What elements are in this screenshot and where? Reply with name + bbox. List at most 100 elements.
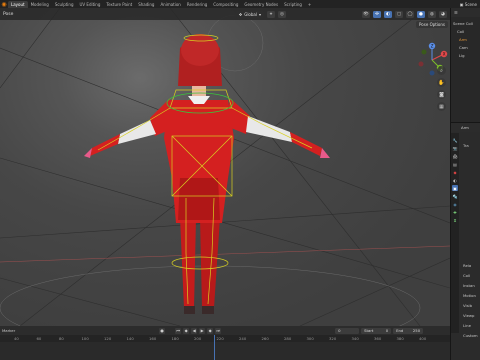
- wireframe-shading-icon[interactable]: ◯: [406, 10, 414, 18]
- jump-end-icon[interactable]: ⏭: [215, 327, 222, 334]
- outliner-filter-icon[interactable]: ☰: [454, 10, 458, 15]
- rendered-shading-icon[interactable]: ◕: [439, 10, 447, 18]
- scene-label: Scene: [464, 1, 477, 7]
- chevron-down-icon: ▾: [258, 11, 261, 17]
- marker-menu[interactable]: Marker: [2, 328, 15, 333]
- gizmo-toggle-icon[interactable]: ✣: [373, 10, 381, 18]
- solid-shading-icon[interactable]: ●: [417, 10, 425, 18]
- zoom-icon[interactable]: ⌕: [437, 66, 446, 75]
- start-frame-value: 0: [385, 328, 389, 333]
- prop-viewport-display[interactable]: Viewp: [463, 313, 474, 318]
- 3d-viewport[interactable]: Pose ✥ Global ▾ ⌖ ◎ 👁 ✣ ◐ ▢ ◯ ● ◍ ◕ Pose…: [0, 8, 450, 326]
- view-layer-tab-icon[interactable]: ▤: [452, 161, 458, 167]
- scene-render: [0, 8, 450, 326]
- prop-motion-paths[interactable]: Motion: [463, 293, 476, 298]
- material-shading-icon[interactable]: ◍: [428, 10, 436, 18]
- current-frame-field[interactable]: 0: [335, 327, 360, 334]
- outliner-row[interactable]: Scene Coll: [453, 21, 473, 26]
- snap-icon[interactable]: ⌖: [267, 10, 275, 18]
- workspace-tab[interactable]: Scripting: [281, 1, 305, 8]
- ruler-tick: 40: [14, 336, 19, 341]
- ruler-tick: 400: [419, 336, 427, 341]
- end-frame-field[interactable]: End 250: [393, 327, 424, 334]
- workspace-tab[interactable]: Rendering: [184, 1, 210, 8]
- ruler-tick: 80: [59, 336, 64, 341]
- ruler-tick: 300: [306, 336, 314, 341]
- outliner-row[interactable]: Lig: [459, 53, 465, 58]
- workspace-tab[interactable]: Layout: [8, 1, 28, 8]
- play-reverse-icon[interactable]: ◀: [191, 327, 198, 334]
- tool-tab-icon[interactable]: 🔧: [452, 137, 458, 143]
- visibility-icon[interactable]: 👁: [362, 10, 370, 18]
- prop-line-art[interactable]: Line: [463, 323, 471, 328]
- properties-editor: Arm 🔧 📷 🖨 ▤ ◆ ◐ ▣ 🔩 ◉ ✚ ⧗ Tra Rela Coll …: [451, 122, 480, 360]
- ruler-tick: 180: [171, 336, 179, 341]
- ruler-tick: 340: [351, 336, 359, 341]
- render-tab-icon[interactable]: 📷: [452, 145, 458, 151]
- pan-hand-icon[interactable]: ✋: [437, 78, 446, 87]
- ruler-tick: 260: [261, 336, 269, 341]
- prop-instancing[interactable]: Instan: [463, 283, 475, 288]
- workspace-tab[interactable]: Geometry Nodes: [241, 1, 281, 8]
- ruler-tick: 360: [374, 336, 382, 341]
- output-tab-icon[interactable]: 🖨: [452, 153, 458, 159]
- outliner-row[interactable]: Coll: [457, 29, 464, 34]
- workspace-tab[interactable]: Compositing: [210, 1, 241, 8]
- workspace-tab[interactable]: +: [305, 1, 314, 8]
- play-icon[interactable]: ▶: [199, 327, 206, 334]
- transform-orientation-icon: ✥: [238, 11, 243, 17]
- workspace-tab[interactable]: Shading: [135, 1, 157, 8]
- prop-transform[interactable]: Tra: [463, 143, 469, 148]
- start-frame-label: Start: [364, 328, 374, 333]
- workspace-tab[interactable]: Animation: [157, 1, 183, 8]
- data-tab-icon[interactable]: ✚: [452, 209, 458, 215]
- overlay-toggle-icon[interactable]: ◐: [384, 10, 392, 18]
- record-icon[interactable]: ●: [159, 327, 166, 334]
- frame-ruler[interactable]: 40 60 80 100 120 140 160 180 200 220 240 260 280 300 3…: [0, 335, 450, 342]
- scene-selector[interactable]: ▣ Scene: [460, 2, 480, 7]
- world-tab-icon[interactable]: ◐: [452, 177, 458, 183]
- workspace-bar: ◉ Layout Modeling Sculpting UV Editing Textu…: [0, 0, 480, 8]
- camera-view-icon[interactable]: ◙: [437, 90, 446, 99]
- mode-selector[interactable]: Pose: [3, 12, 13, 17]
- timeline-controls: Marker ● ⏮ ◆ ◀ ▶ ◆ ⏭ 0 Start 0 End 250: [0, 326, 450, 335]
- prop-visibility[interactable]: Visib: [463, 303, 472, 308]
- bone-tab-icon[interactable]: ⧗: [452, 217, 458, 223]
- ruler-tick: 60: [36, 336, 42, 341]
- workspace-tab[interactable]: UV Editing: [77, 1, 104, 8]
- modifier-tab-icon[interactable]: 🔩: [452, 193, 458, 199]
- proportional-edit-icon[interactable]: ◎: [278, 10, 286, 18]
- start-frame-field[interactable]: Start 0: [361, 327, 392, 334]
- workspace-tab[interactable]: Sculpting: [52, 1, 77, 8]
- jump-start-icon[interactable]: ⏮: [175, 327, 182, 334]
- pivot-dropdown[interactable]: ✥ Global ▾: [235, 10, 264, 18]
- viewport-header: Pose ✥ Global ▾ ⌖ ◎ 👁 ✣ ◐ ▢ ◯ ● ◍ ◕: [0, 8, 450, 20]
- outliner-row[interactable]: Arm: [459, 37, 467, 42]
- prop-collections[interactable]: Coll: [463, 273, 470, 278]
- ruler-tick: 380: [396, 336, 404, 341]
- prop-relations[interactable]: Rela: [463, 263, 471, 268]
- playhead[interactable]: [214, 335, 215, 360]
- properties-tabs: 🔧 📷 🖨 ▤ ◆ ◐ ▣ 🔩 ◉ ✚ ⧗: [451, 133, 459, 333]
- workspace-tab[interactable]: Modeling: [28, 1, 52, 8]
- blender-logo-icon[interactable]: ◉: [0, 0, 8, 8]
- keyframe-area[interactable]: [0, 342, 450, 360]
- ruler-tick: 160: [149, 336, 157, 341]
- right-panel: ☰ Scene Coll Coll Arm Cam Lig Arm 🔧 📷 🖨 …: [450, 8, 480, 360]
- physics-tab-icon[interactable]: ◉: [452, 201, 458, 207]
- scene-tab-icon[interactable]: ◆: [452, 169, 458, 175]
- xray-icon[interactable]: ▢: [395, 10, 403, 18]
- workspace-tabs: Layout Modeling Sculpting UV Editing Texture…: [8, 0, 314, 8]
- workspace-tab[interactable]: Texture Paint: [103, 1, 135, 8]
- ruler-tick: 220: [216, 336, 224, 341]
- outliner[interactable]: ☰ Scene Coll Coll Arm Cam Lig: [451, 8, 480, 120]
- prop-custom-properties[interactable]: Custom: [463, 333, 478, 338]
- prev-keyframe-icon[interactable]: ◆: [183, 327, 190, 334]
- scene-icon: ▣: [459, 1, 464, 7]
- object-tab-icon[interactable]: ▣: [452, 185, 458, 191]
- next-keyframe-icon[interactable]: ◆: [207, 327, 214, 334]
- current-frame-value: 0: [338, 328, 341, 333]
- outliner-row[interactable]: Cam: [459, 45, 468, 50]
- perspective-grid-icon[interactable]: ▦: [437, 102, 446, 111]
- pose-options-button[interactable]: Pose Options: [416, 21, 448, 28]
